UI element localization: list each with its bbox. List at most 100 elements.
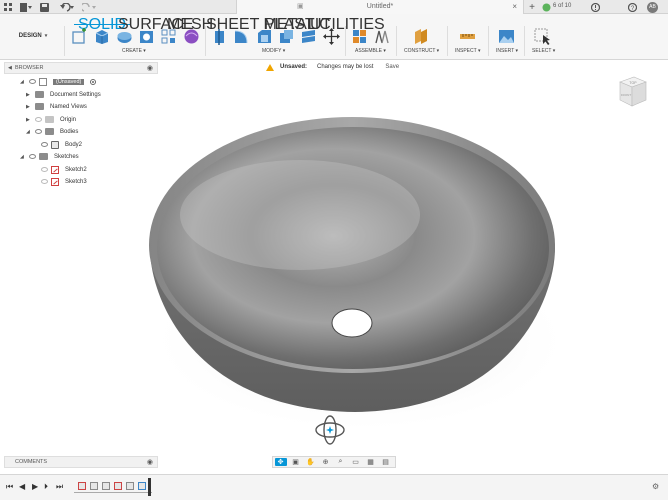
tree-label: Origin (60, 116, 77, 123)
offset-plane-icon[interactable] (412, 28, 429, 45)
sketch-icon (51, 165, 59, 174)
chamfer-icon[interactable] (256, 28, 273, 45)
fillet-icon[interactable] (233, 28, 250, 45)
tree-node-bodies[interactable]: ◢ Bodies (26, 126, 78, 137)
chevron-down-icon: ▾ (44, 33, 48, 39)
body-icon (51, 140, 59, 149)
jobs-status-icon[interactable] (542, 2, 551, 12)
timeline-sketch-icon[interactable] (114, 482, 122, 490)
revolve-icon[interactable] (116, 28, 133, 45)
tree-node-body2[interactable]: Body2 (38, 139, 82, 150)
tree-node-sketch2[interactable]: Sketch2 (38, 164, 87, 175)
tree-root[interactable]: ◢ (Unsaved) (20, 76, 97, 87)
expand-arrow-icon[interactable]: ▶ (26, 104, 32, 110)
visibility-eye-icon[interactable] (41, 142, 48, 147)
timeline-sketch-icon[interactable] (78, 482, 86, 490)
workspace-switcher[interactable]: DESIGN ▾ (8, 23, 58, 49)
pattern-icon[interactable] (160, 28, 177, 45)
panel-options-icon[interactable]: ◉ (147, 457, 153, 468)
press-pull-icon[interactable] (211, 28, 228, 45)
timeline-shell-icon[interactable] (102, 482, 110, 490)
go-to-start-icon[interactable]: ⏮ (6, 482, 13, 492)
play-icon[interactable]: ▶ (32, 482, 38, 491)
create-menu[interactable]: CREATE ▾ (122, 48, 146, 54)
close-tab-icon[interactable]: × (512, 0, 517, 14)
view-cube[interactable]: TOP FRONT (614, 74, 650, 110)
orbit-pivot-icon[interactable] (313, 413, 347, 447)
user-avatar[interactable]: AB (647, 2, 658, 13)
visibility-eye-icon[interactable] (41, 167, 48, 172)
gear-icon[interactable]: ⚙ (652, 482, 659, 491)
step-forward-icon[interactable]: ⏵ (44, 482, 48, 492)
timeline-revolve-icon[interactable] (90, 482, 98, 490)
insert-menu[interactable]: INSERT ▾ (496, 48, 518, 54)
hole-icon[interactable] (138, 28, 155, 45)
viewports-icon[interactable]: ▤ (380, 458, 392, 466)
expand-arrow-icon[interactable]: ◢ (26, 129, 32, 135)
fit-icon[interactable]: ⌕ (335, 458, 347, 466)
grid-settings-icon[interactable]: ▦ (365, 458, 377, 466)
folder-icon (35, 103, 44, 110)
expand-arrow-icon[interactable]: ▶ (26, 117, 32, 123)
select-icon[interactable] (534, 28, 551, 45)
document-icon (39, 77, 47, 86)
extrude-icon[interactable] (93, 28, 110, 45)
comments-panel[interactable]: COMMENTS ◉ (4, 456, 158, 468)
file-menu-icon[interactable] (20, 2, 32, 12)
inspect-menu[interactable]: INSPECT ▾ (455, 48, 480, 54)
tree-node-named-views[interactable]: ▶ Named Views (26, 101, 87, 112)
jobs-counter[interactable]: 6 of 10 (553, 3, 571, 9)
step-back-icon[interactable]: ◀ (19, 482, 25, 491)
collapse-triangle-icon[interactable]: ◀ (8, 63, 12, 74)
modify-menu[interactable]: MODIFY ▾ (262, 48, 285, 54)
document-tab[interactable]: ▣ Untitled* × (236, 0, 524, 14)
expand-arrow-icon[interactable]: ◢ (20, 154, 26, 160)
combine-icon[interactable] (300, 28, 317, 45)
construct-menu[interactable]: CONSTRUCT ▾ (404, 48, 439, 54)
help-icon[interactable]: ? (628, 2, 637, 12)
panel-options-icon[interactable]: ◉ (147, 63, 153, 74)
assemble-menu[interactable]: ASSEMBLE ▾ (355, 48, 386, 54)
measure-icon[interactable] (459, 28, 476, 45)
move-copy-icon[interactable] (323, 28, 340, 45)
activate-radio-icon[interactable] (90, 78, 97, 85)
timeline-marker[interactable] (148, 478, 151, 496)
redo-icon[interactable] (82, 2, 96, 12)
visibility-eye-icon[interactable] (41, 179, 48, 184)
expand-arrow-icon[interactable]: ◢ (20, 79, 26, 85)
app-grid-icon[interactable] (4, 2, 12, 12)
go-to-end-icon[interactable]: ⏭ (56, 482, 63, 492)
browser-title: BROWSER (15, 65, 44, 71)
undo-icon[interactable] (60, 2, 74, 12)
visibility-eye-icon[interactable] (29, 154, 36, 159)
joint-icon[interactable] (373, 28, 390, 45)
create-form-icon[interactable] (183, 28, 200, 45)
visibility-eye-icon[interactable] (35, 117, 42, 122)
lock-icon: ▣ (297, 3, 304, 10)
zoom-icon[interactable]: ⊕ (320, 458, 332, 466)
pan-hand-icon[interactable]: ✋ (305, 458, 317, 466)
visibility-eye-icon[interactable] (29, 79, 36, 84)
save-icon[interactable] (40, 2, 49, 12)
gear-folder-icon (35, 91, 44, 98)
tree-node-origin[interactable]: ▶ Origin (26, 114, 76, 125)
insert-image-icon[interactable] (498, 28, 515, 45)
shell-icon[interactable] (278, 28, 295, 45)
folder-icon (39, 153, 48, 160)
tree-node-document-settings[interactable]: ▶ Document Settings (26, 89, 101, 100)
save-link[interactable]: Save (385, 64, 399, 70)
notification-icon[interactable] (591, 2, 600, 12)
timeline-cut-icon[interactable] (126, 482, 134, 490)
display-settings-icon[interactable]: ▭ (350, 458, 362, 466)
expand-arrow-icon[interactable]: ▶ (26, 92, 32, 98)
orbit-mode-icon[interactable]: ✥ (274, 458, 287, 466)
tree-node-sketches[interactable]: ◢ Sketches (20, 151, 79, 162)
new-component-icon[interactable] (351, 28, 368, 45)
tree-node-sketch3[interactable]: Sketch3 (38, 176, 87, 187)
visibility-eye-icon[interactable] (35, 129, 42, 134)
timeline-extrude-icon[interactable] (138, 482, 146, 490)
select-menu[interactable]: SELECT ▾ (532, 48, 555, 54)
create-sketch-icon[interactable] (71, 28, 88, 45)
new-tab-icon[interactable]: + (528, 2, 536, 13)
look-at-icon[interactable]: ▣ (290, 458, 302, 466)
